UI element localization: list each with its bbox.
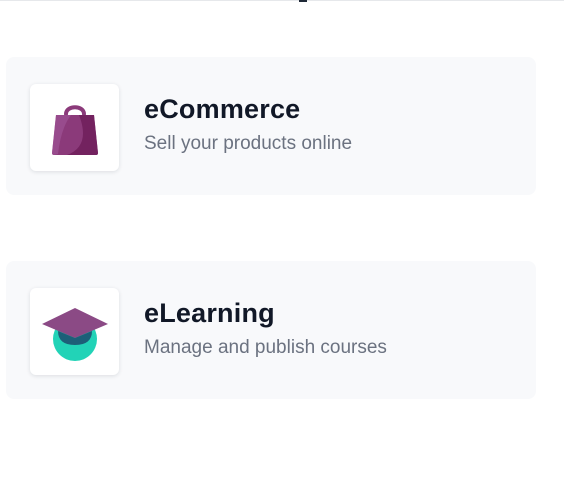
app-icon-tile [30,84,119,171]
top-divider [0,0,564,1]
shopping-bag-icon [51,104,98,155]
app-description: Sell your products online [144,133,353,154]
app-title: eLearning [144,298,275,328]
top-scroll-marker [299,0,307,2]
app-list-page: eCommerce Sell your products online eLea… [0,0,564,481]
graduation-cap-icon [41,307,108,361]
app-icon-tile [30,288,119,375]
app-description: Manage and publish courses [144,337,387,358]
app-card-elearning[interactable]: eLearning Manage and publish courses [6,261,536,399]
app-card-ecommerce[interactable]: eCommerce Sell your products online [6,57,536,195]
app-title: eCommerce [144,94,301,124]
